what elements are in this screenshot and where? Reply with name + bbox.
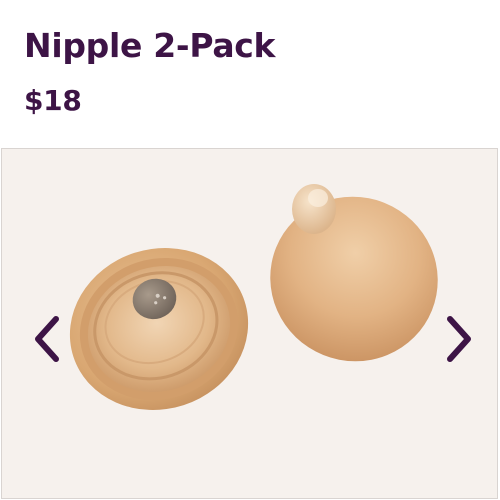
carousel-next-button[interactable] <box>438 311 478 367</box>
chevron-right-icon <box>447 316 471 362</box>
product-header: Nipple 2-Pack $18 <box>0 0 500 148</box>
chevron-left-icon <box>35 316 59 362</box>
nipple-back-view <box>69 247 249 411</box>
product-image <box>69 184 438 411</box>
nipple-front-view <box>270 184 438 362</box>
product-image-gallery[interactable] <box>1 148 498 499</box>
carousel-prev-button[interactable] <box>28 311 68 367</box>
product-price: $18 <box>24 84 82 117</box>
product-title: Nipple 2-Pack <box>24 26 276 65</box>
